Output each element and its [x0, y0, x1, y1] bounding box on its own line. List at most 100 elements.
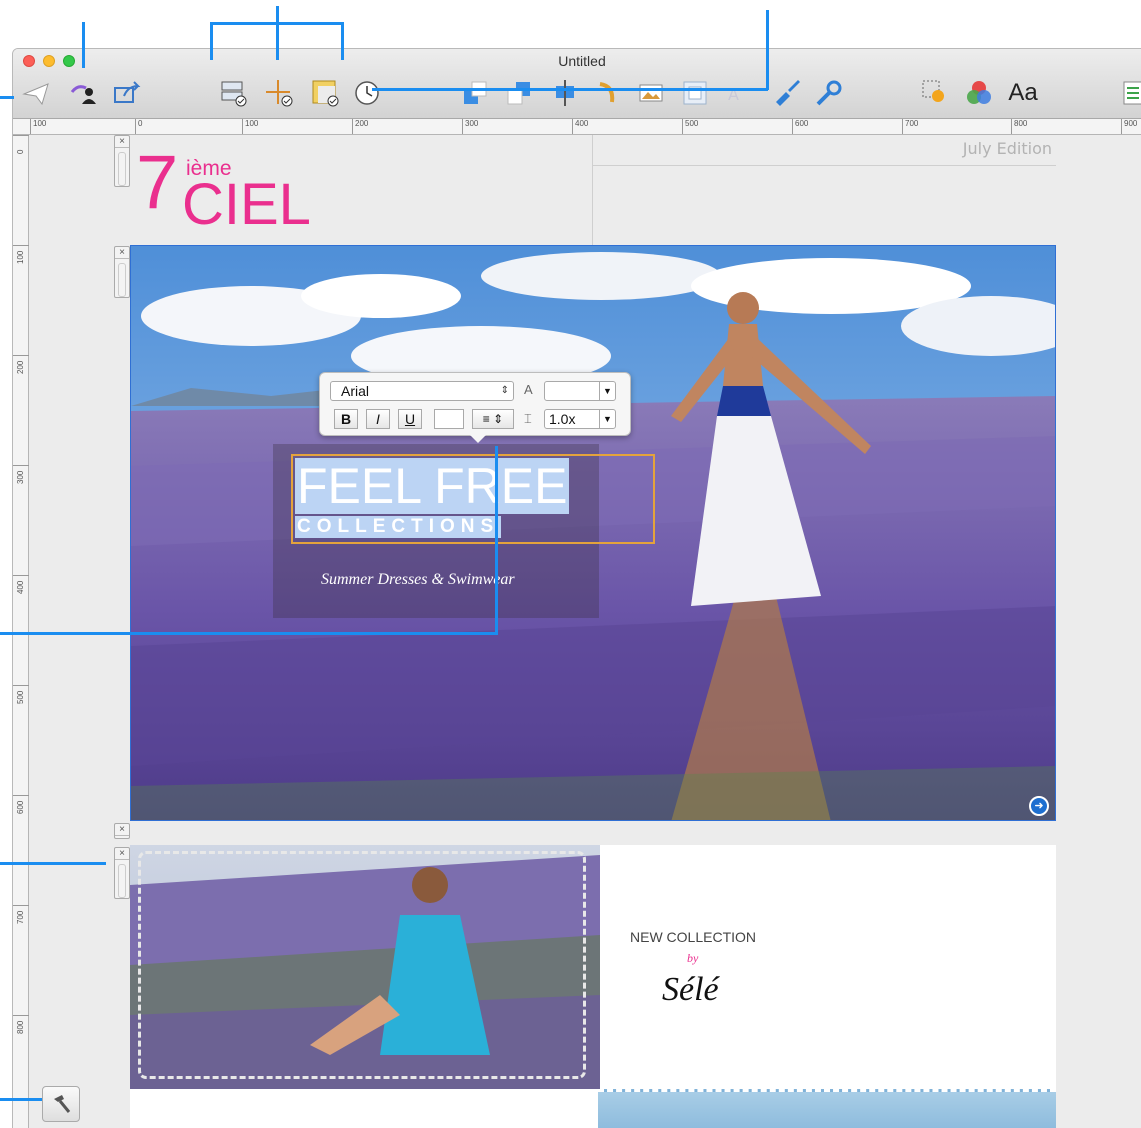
chevron-down-icon[interactable]: ▼ — [599, 382, 615, 400]
rotate-icon[interactable] — [591, 77, 623, 109]
font-size-icon: A — [524, 382, 533, 397]
text-style-icon[interactable]: A — [721, 77, 753, 109]
ruler-label: 500 — [13, 685, 29, 705]
colors-icon[interactable] — [963, 77, 995, 109]
titlebar: Untitled A Aa — [13, 49, 1141, 119]
line-spacing-field[interactable]: 1.0x ▼ — [544, 409, 616, 429]
italic-button[interactable]: I — [366, 409, 390, 429]
ruler-label: 200 — [352, 119, 368, 134]
block-handle[interactable]: × — [114, 847, 130, 899]
logo-word: CIEL — [182, 172, 311, 237]
edition-label[interactable]: July Edition — [963, 139, 1052, 158]
ruler-label: 300 — [462, 119, 478, 134]
collection-block[interactable]: NEW COLLECTION by Sélé — [130, 845, 1056, 1089]
collection-by[interactable]: by — [687, 951, 698, 966]
text-color-swatch[interactable] — [434, 409, 464, 429]
bring-forward-icon[interactable] — [459, 77, 491, 109]
remove-block-icon[interactable]: × — [115, 136, 129, 148]
frame-icon[interactable] — [679, 77, 711, 109]
link-icon[interactable]: ➜ — [1029, 796, 1049, 816]
tools-icon[interactable] — [813, 77, 845, 109]
remove-block-icon[interactable]: × — [115, 848, 129, 860]
next-block[interactable] — [130, 1089, 1056, 1128]
window-title: Untitled — [558, 53, 606, 69]
send-icon[interactable] — [21, 77, 53, 109]
clock-icon[interactable] — [351, 77, 383, 109]
ruler-label: 300 — [13, 465, 29, 485]
ruler-label: 700 — [902, 119, 918, 134]
ruler-label: 400 — [572, 119, 588, 134]
font-select[interactable]: Arial ⇕ — [330, 381, 514, 401]
text-format-popover: Arial ⇕ A ▼ B I U ≡ ⇕ ⌶ 1.0x ▼ — [319, 372, 631, 443]
block-handle[interactable]: × — [114, 135, 130, 187]
hammer-icon[interactable] — [42, 1086, 80, 1122]
hero-title[interactable]: FEEL FREE — [295, 458, 570, 514]
image-icon[interactable] — [635, 77, 667, 109]
alignment-select[interactable]: ≡ ⇕ — [472, 409, 514, 429]
photo-frame — [138, 851, 586, 1079]
font-size-field[interactable]: ▼ — [544, 381, 616, 401]
image-effect-icon[interactable] — [919, 77, 951, 109]
collection-designer[interactable]: Sélé — [662, 971, 719, 1009]
hero-subtitle[interactable]: COLLECTIONS — [295, 516, 502, 538]
callout-line — [0, 1098, 42, 1101]
callout-line — [82, 22, 85, 68]
line-spacing-icon: ⌶ — [524, 411, 532, 426]
fonts-icon[interactable]: Aa — [1007, 77, 1039, 109]
block-handle[interactable]: × — [114, 246, 130, 298]
collection-heading[interactable]: NEW COLLECTION — [630, 929, 756, 945]
spacer-block[interactable] — [130, 821, 1056, 845]
remove-block-icon[interactable]: × — [115, 824, 129, 836]
position-check-icon[interactable] — [263, 77, 295, 109]
ruler-label: 900 — [1121, 119, 1137, 134]
drag-grip-icon[interactable] — [118, 152, 126, 186]
layout-check-icon[interactable] — [217, 77, 249, 109]
share-user-icon[interactable] — [67, 77, 99, 109]
hero-image-block[interactable]: FEEL FREE COLLECTIONS Summer Dresses & S… — [130, 245, 1056, 821]
line-spacing-value: 1.0x — [549, 411, 576, 427]
ruler-label: 100 — [242, 119, 258, 134]
logo-number: 7 — [136, 140, 179, 225]
ruler-label: 500 — [682, 119, 698, 134]
drag-grip-icon[interactable] — [118, 263, 126, 297]
ruler-label: 800 — [1011, 119, 1027, 134]
callout-line — [210, 22, 344, 25]
export-icon[interactable] — [111, 77, 143, 109]
bold-button[interactable]: B — [334, 409, 358, 429]
remove-block-icon[interactable]: × — [115, 247, 129, 259]
inspector-icon[interactable] — [1117, 77, 1141, 109]
ruler-label: 800 — [13, 1015, 29, 1035]
app-window: Untitled A Aa 100 0 100 200 300 400 500 … — [12, 48, 1141, 1128]
underline-button[interactable]: U — [398, 409, 422, 429]
collection-photo[interactable] — [130, 845, 600, 1089]
hero-tagline[interactable]: Summer Dresses & Swimwear — [321, 571, 515, 589]
block-handle[interactable]: × — [114, 823, 130, 839]
callout-line — [766, 10, 769, 90]
callout-line — [0, 96, 14, 99]
drag-grip-icon[interactable] — [118, 864, 126, 898]
stepper-icon: ⇕ — [500, 385, 509, 396]
ruler-label: 0 — [13, 135, 29, 155]
guide-check-icon[interactable] — [309, 77, 341, 109]
ruler-label: 0 — [135, 119, 142, 134]
callout-line — [210, 22, 213, 60]
brush-icon[interactable] — [771, 77, 803, 109]
callout-line — [0, 862, 106, 865]
align-icon[interactable] — [549, 77, 581, 109]
ruler-label: 100 — [13, 245, 29, 265]
logo[interactable]: 7 ième CIEL — [130, 135, 593, 245]
callout-line — [495, 446, 498, 634]
ruler-label: 100 — [30, 119, 46, 134]
ruler-label: 200 — [13, 355, 29, 375]
horizontal-ruler: 100 0 100 200 300 400 500 600 700 800 90… — [13, 119, 1141, 135]
callout-line — [372, 88, 768, 91]
callout-line — [341, 22, 344, 60]
header-block[interactable]: 7 ième CIEL July Edition — [130, 135, 1056, 245]
chevron-down-icon[interactable]: ▼ — [599, 410, 615, 428]
next-block-photo[interactable] — [598, 1089, 1056, 1128]
divider — [593, 165, 1056, 166]
ruler-label: 600 — [792, 119, 808, 134]
selected-text-frame[interactable]: FEEL FREE COLLECTIONS — [291, 454, 655, 544]
callout-line — [276, 6, 279, 60]
group-icon[interactable] — [503, 77, 535, 109]
